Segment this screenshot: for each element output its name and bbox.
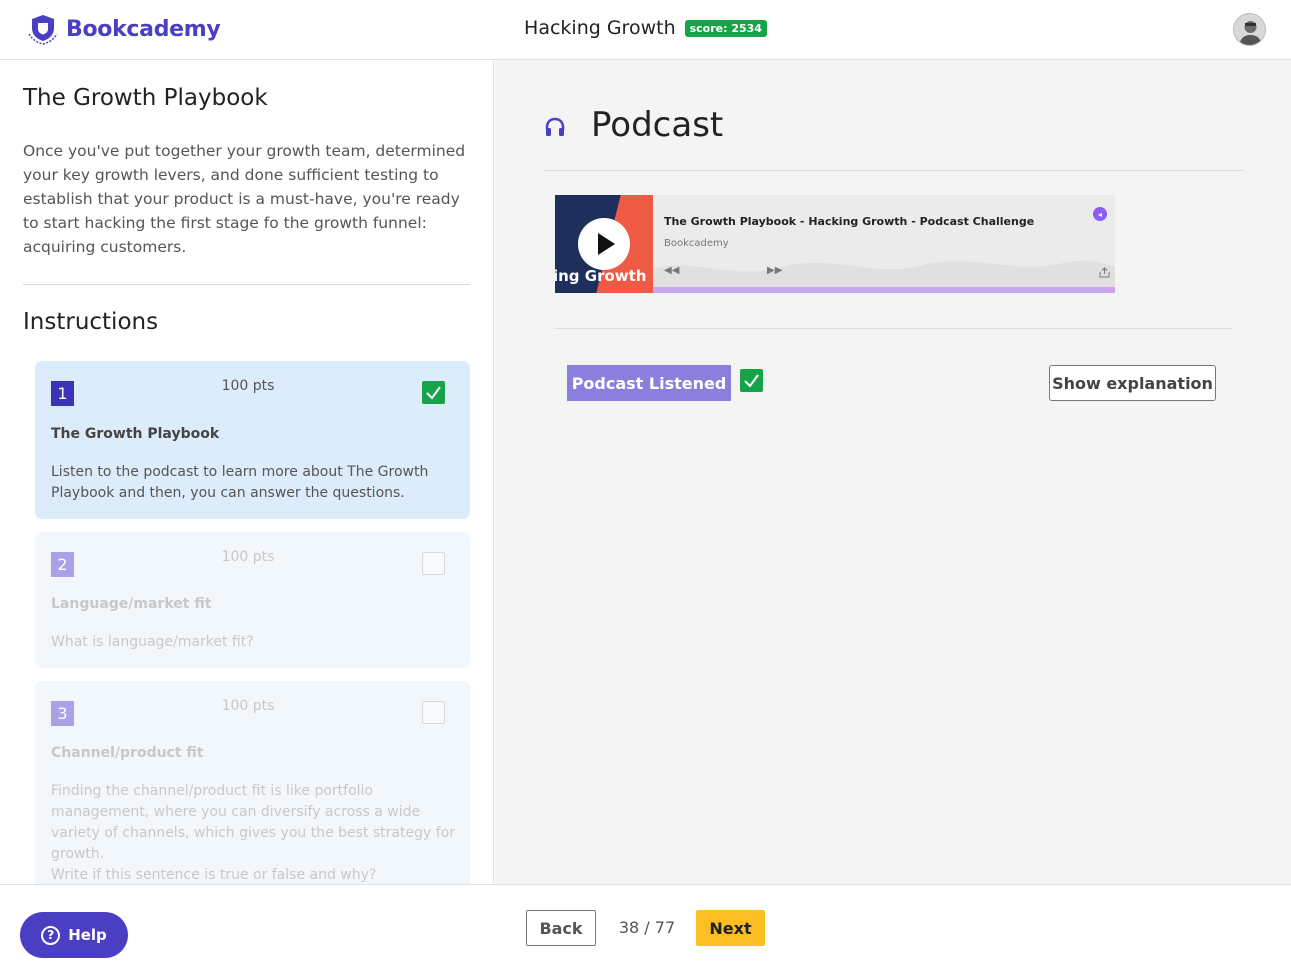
section-title: Podcast [591,105,724,145]
show-explanation-button[interactable]: Show explanation [1049,365,1216,401]
chapter-title: The Growth Playbook [23,85,268,111]
podcast-player[interactable]: king Growth The Growth Playbook - Hackin… [555,195,1115,293]
help-button[interactable]: ? Help [20,912,128,958]
share-icon[interactable] [1099,267,1110,278]
question-icon: ? [41,925,61,945]
divider [543,170,1244,171]
course-header: Hacking Growth score: 2534 [0,17,1291,39]
content-panel: Podcast king Growth The Growth Playbook … [495,60,1291,884]
step-title: The Growth Playbook [51,426,220,442]
podcast-platform-icon[interactable] [1093,207,1107,221]
avatar-image [1234,14,1265,45]
step-description: Finding the channel/product fit is like … [51,783,455,862]
step-points: 100 pts [221,698,275,714]
user-avatar[interactable] [1233,13,1266,46]
chapter-description: Once you've put together your growth tea… [23,142,466,256]
cover-small-text [557,199,559,205]
playback-progress-bar[interactable] [653,287,1115,293]
divider [555,328,1232,329]
step-question: Write if this sentence is true or false … [51,867,377,883]
instructions-heading: Instructions [23,309,159,335]
waveform [653,260,1115,289]
episode-title: The Growth Playbook - Hacking Growth - P… [664,215,1035,228]
instructions-panel: The Growth Playbook Once you've put toge… [0,60,494,884]
listened-checkbox[interactable] [740,369,763,392]
instruction-card-2[interactable]: 2 100 pts Language/market fit What is la… [35,532,470,668]
episode-cover: king Growth [555,195,653,293]
incomplete-checkbox[interactable] [422,701,445,724]
step-description: Listen to the podcast to learn more abou… [51,464,429,501]
step-title: Language/market fit [51,596,212,612]
podcast-listened-button[interactable]: Podcast Listened [567,365,731,401]
instruction-card-3[interactable]: 3 100 pts Channel/product fit Finding th… [35,681,470,884]
instruction-card-1[interactable]: 1 100 pts The Growth Playbook Listen to … [35,361,470,519]
broadcast-icon [1098,213,1102,217]
step-points: 100 pts [221,378,275,394]
completed-checkbox[interactable] [422,381,445,404]
play-icon [598,233,615,255]
step-title: Channel/product fit [51,745,204,761]
checkmark-icon [744,374,759,388]
rewind-button[interactable]: ◀◀ [664,265,679,276]
checkmark-icon [426,386,441,400]
top-bar: Bookcademy Hacking Growth score: 2534 [0,0,1291,60]
fast-forward-button[interactable]: ▶▶ [767,265,782,276]
step-points: 100 pts [221,549,275,565]
bottom-bar: ? Help Back 38 / 77 Next [0,884,1291,965]
course-title: Hacking Growth [524,17,676,39]
incomplete-checkbox[interactable] [422,552,445,575]
play-button[interactable] [578,218,630,270]
score-badge: score: 2534 [684,19,767,37]
step-description: What is language/market fit? [51,634,254,650]
next-button[interactable]: Next [696,910,765,946]
headphones-icon [545,117,565,136]
page-indicator: 38 / 77 [618,918,676,937]
back-button[interactable]: Back [526,910,596,946]
help-label: Help [68,926,107,944]
divider [23,284,470,285]
